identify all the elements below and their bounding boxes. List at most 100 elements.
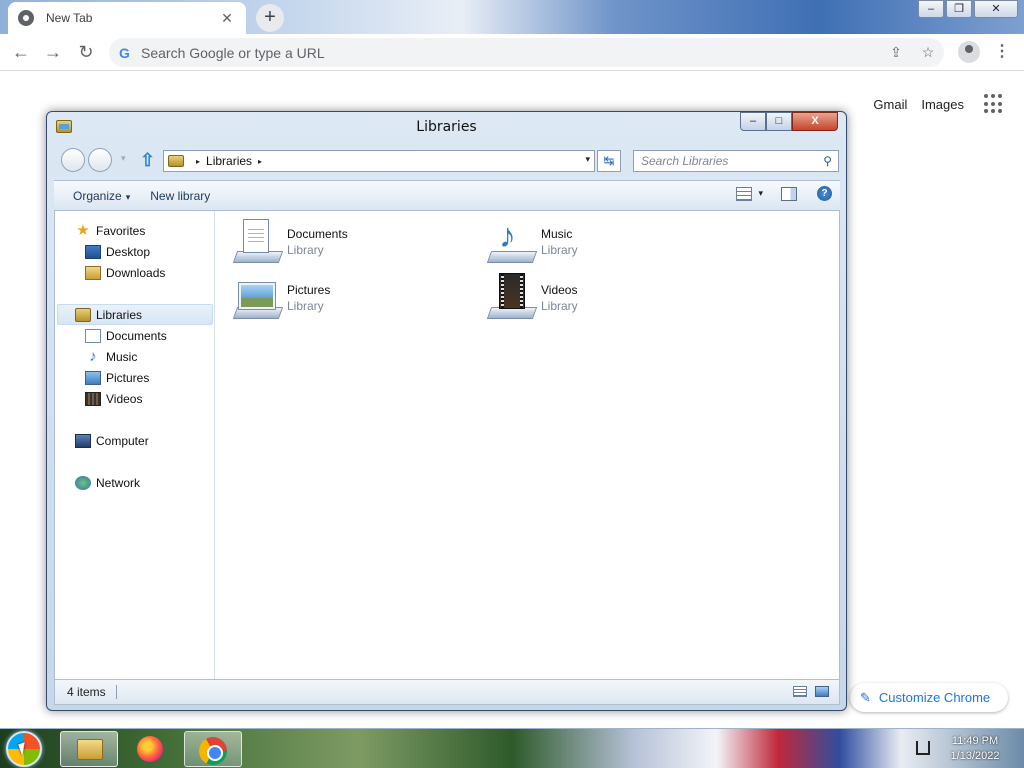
explorer-back-button[interactable] — [61, 148, 85, 172]
help-icon[interactable]: ? — [817, 186, 832, 201]
chrome-icon — [199, 737, 227, 765]
new-tab-button[interactable]: + — [256, 4, 284, 32]
videos-library-icon — [486, 273, 538, 321]
customize-chrome-label: Customize Chrome — [878, 690, 991, 705]
tab-close-icon[interactable]: ✕ — [218, 10, 236, 27]
taskbar-chrome-button[interactable] — [184, 731, 242, 767]
network-icon — [75, 476, 91, 490]
documents-icon — [85, 329, 101, 343]
browser-restore-button[interactable]: ❐ — [946, 0, 972, 18]
google-g-icon: G — [119, 44, 130, 61]
images-link[interactable]: Images — [921, 97, 964, 112]
pictures-library-icon — [232, 275, 284, 321]
library-item-pictures[interactable]: Pictures Library — [232, 275, 330, 321]
library-name: Music — [541, 227, 573, 241]
nav-item-pictures[interactable]: Pictures — [85, 368, 149, 388]
library-item-documents[interactable]: Documents Library — [232, 219, 348, 265]
forward-button[interactable]: → — [42, 41, 64, 63]
taskbar-explorer-button[interactable] — [60, 731, 118, 767]
preview-pane-icon[interactable] — [781, 186, 797, 201]
nav-item-libraries[interactable]: Libraries — [75, 305, 142, 325]
explorer-forward-button[interactable] — [88, 148, 112, 172]
ntp-header-links: Gmail Images — [873, 94, 1004, 114]
chrome-menu-icon[interactable]: ⋮ — [994, 41, 1010, 63]
nav-item-desktop[interactable]: Desktop — [85, 242, 150, 262]
back-button[interactable]: ← — [10, 41, 32, 63]
new-library-button[interactable]: New library — [150, 189, 210, 203]
gmail-link[interactable]: Gmail — [873, 97, 907, 112]
library-item-music[interactable]: ♪ Music Library — [486, 217, 578, 265]
library-name: Documents — [287, 227, 348, 241]
library-type: Library — [541, 299, 578, 313]
breadcrumb-separator-icon[interactable]: ▸ — [258, 157, 262, 166]
address-dropdown-icon[interactable]: ▾ — [585, 154, 590, 165]
refresh-button[interactable]: ↹ — [597, 150, 621, 172]
library-type: Library — [287, 299, 324, 313]
nav-item-music[interactable]: ♪ Music — [85, 347, 137, 367]
search-icon[interactable]: ⚲ — [823, 151, 832, 171]
nav-label: Music — [106, 350, 138, 364]
tab-new-tab[interactable]: New Tab ✕ — [8, 2, 246, 34]
explorer-title: Libraries — [416, 119, 477, 135]
view-dropdown-icon[interactable]: ▾ — [758, 188, 763, 199]
browser-minimize-button[interactable]: ‒ — [918, 0, 944, 18]
downloads-icon — [85, 266, 101, 280]
explorer-close-button[interactable]: X — [792, 112, 838, 131]
chrome-toolbar: ← → ↻ G Search Google or type a URL ⇪ ☆ … — [0, 34, 1024, 71]
clock-date: 1/13/2022 — [950, 750, 1000, 762]
network-tray-icon[interactable] — [916, 741, 930, 755]
profile-avatar-icon[interactable] — [958, 41, 980, 63]
recent-pages-dropdown-icon[interactable]: ▾ — [121, 153, 126, 164]
nav-item-downloads[interactable]: Downloads — [85, 263, 165, 283]
breadcrumb-libraries[interactable]: Libraries — [206, 154, 252, 168]
nav-label: Computer — [96, 434, 149, 448]
command-bar: Organize ▾ New library ▾ ? — [54, 180, 840, 210]
nav-label: Libraries — [96, 308, 143, 322]
library-item-videos[interactable]: Videos Library — [486, 273, 578, 321]
up-arrow-icon[interactable]: ⇧ — [140, 150, 155, 170]
reload-button[interactable]: ↻ — [75, 41, 97, 63]
chrome-favicon-icon — [18, 10, 34, 26]
status-view-toggles — [793, 686, 829, 697]
nav-item-videos[interactable]: Videos — [85, 389, 142, 409]
navigation-pane: ★ Favorites Desktop Downloads Libraries … — [55, 211, 215, 679]
explorer-minimize-button[interactable]: – — [740, 112, 766, 131]
explorer-titlebar[interactable]: Libraries – □ X — [47, 112, 846, 142]
address-bar[interactable]: ▸ Libraries ▸ ▾ — [163, 150, 595, 172]
nav-label: Downloads — [106, 266, 166, 280]
share-icon[interactable]: ⇪ — [880, 44, 912, 61]
large-icons-view-icon[interactable] — [815, 686, 829, 697]
nav-label: Videos — [106, 392, 143, 406]
explorer-window-controls: – □ X — [740, 112, 838, 131]
explorer-maximize-button[interactable]: □ — [766, 112, 792, 131]
pencil-icon: ✎ — [860, 689, 871, 705]
nav-label: Pictures — [106, 371, 150, 385]
change-view-icon[interactable] — [736, 186, 753, 201]
nav-item-documents[interactable]: Documents — [85, 326, 167, 346]
organize-button[interactable]: Organize ▾ — [73, 189, 130, 203]
google-apps-icon[interactable] — [984, 94, 1004, 114]
search-libraries-input[interactable]: Search Libraries ⚲ — [633, 150, 839, 172]
details-view-icon[interactable] — [793, 686, 807, 697]
nav-label: Documents — [106, 329, 167, 343]
explorer-nav-row: ▾ ⇧ ▸ Libraries ▸ ▾ ↹ Search Libraries ⚲ — [55, 147, 839, 173]
computer-icon — [75, 434, 91, 448]
nav-item-favorites[interactable]: ★ Favorites — [75, 221, 145, 241]
nav-item-network[interactable]: Network — [75, 473, 140, 493]
taskbar: 11:49 PM 1/13/2022 — [0, 728, 1024, 768]
libraries-icon — [75, 308, 91, 322]
bookmark-star-icon[interactable]: ☆ — [912, 44, 944, 61]
folder-icon — [77, 739, 103, 760]
explorer-window: Libraries – □ X ▾ ⇧ ▸ Libraries ▸ ▾ ↹ Se… — [46, 111, 847, 711]
clock-time: 11:49 PM — [951, 735, 999, 747]
music-library-icon: ♪ — [486, 217, 538, 265]
omnibox-input[interactable]: Search Google or type a URL — [141, 45, 880, 61]
nav-item-computer[interactable]: Computer — [75, 431, 149, 451]
browser-close-button[interactable]: ✕ — [974, 0, 1018, 18]
customize-chrome-button[interactable]: ✎ Customize Chrome — [850, 683, 1008, 712]
taskbar-firefox-button[interactable] — [124, 731, 178, 767]
library-name: Videos — [541, 283, 578, 297]
system-clock[interactable]: 11:49 PM 1/13/2022 — [940, 734, 1010, 764]
breadcrumb-separator-icon[interactable]: ▸ — [196, 157, 200, 166]
omnibox[interactable]: G Search Google or type a URL ⇪ ☆ — [109, 38, 944, 67]
